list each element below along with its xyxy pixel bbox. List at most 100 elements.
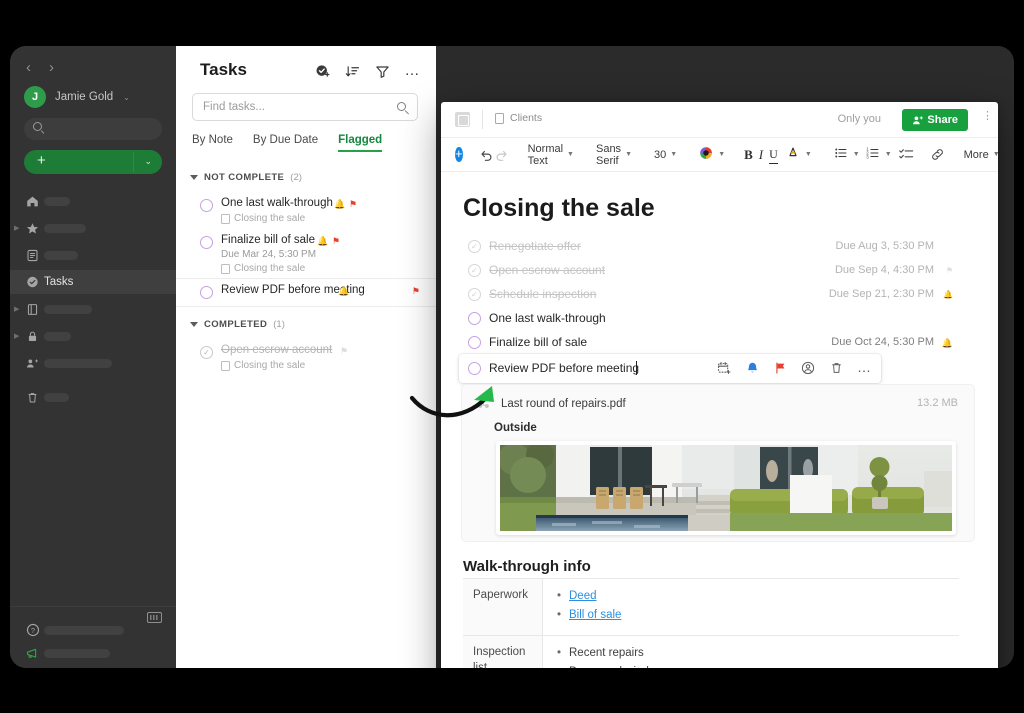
walk-through-table: Paperwork Deed Bill of sale Inspection l… — [463, 578, 959, 668]
list-item[interactable]: One last walk-through 🔔 ⚑ Closing the sa… — [176, 197, 436, 231]
sidebar-item-locked[interactable]: ▶ — [10, 324, 176, 348]
highlight-icon — [786, 146, 800, 163]
highlight-picker[interactable]: ▼ — [783, 146, 815, 163]
delete-icon[interactable] — [829, 360, 843, 375]
task-title[interactable]: Review PDF before meeting — [489, 361, 639, 375]
forward-icon[interactable]: › — [49, 60, 54, 75]
note-task-row[interactable]: One last walk-through — [441, 307, 998, 331]
tasks-panel: Tasks … By Note By Due Date Flagged — [176, 46, 436, 668]
paragraph-style-select[interactable]: Normal Text ▼ — [525, 143, 577, 167]
numbered-list-button[interactable]: 123 ▼ — [863, 146, 895, 163]
sort-icon[interactable] — [344, 63, 360, 79]
search-icon — [397, 102, 406, 111]
sidebar-item-trash[interactable] — [10, 385, 176, 409]
list-item[interactable]: Finalize bill of sale 🔔 ⚑ Due Mar 24, 5:… — [176, 234, 436, 280]
attachment-card[interactable]: Last round of repairs.pdf 13.2 MB Outsid… — [461, 384, 975, 542]
task-checkbox[interactable]: ✓ — [468, 288, 481, 301]
task-checkbox[interactable] — [200, 199, 213, 212]
section-header-not-complete[interactable]: NOT COMPLETE (2) — [190, 172, 302, 183]
expand-triangle-icon[interactable]: ▶ — [14, 332, 19, 340]
collapse-panel-icon[interactable] — [455, 112, 470, 127]
link-icon[interactable] — [930, 146, 945, 164]
search-tasks-field[interactable] — [192, 93, 418, 121]
share-button[interactable]: Share — [902, 109, 968, 131]
more-icon[interactable]: … — [857, 360, 871, 375]
deed-link[interactable]: Deed — [569, 590, 597, 602]
sidebar-item-shared[interactable] — [10, 351, 176, 375]
tab-by-note[interactable]: By Note — [192, 134, 233, 152]
sidebar-search[interactable] — [24, 118, 162, 140]
task-checkbox[interactable]: ✓ — [468, 264, 481, 277]
tasks-toolbar: … — [314, 63, 420, 79]
task-note-ref[interactable]: Closing the sale — [221, 360, 305, 371]
more-label: More — [964, 149, 989, 161]
note-title[interactable]: Closing the sale — [463, 194, 655, 223]
breadcrumb[interactable]: Clients — [495, 112, 542, 124]
note-task-row[interactable]: Finalize bill of sale Due Oct 24, 5:30 P… — [441, 331, 998, 355]
keyboard-icon[interactable] — [147, 612, 162, 623]
italic-button[interactable]: I — [759, 146, 763, 164]
checklist-icon[interactable] — [899, 146, 914, 164]
task-note-ref[interactable]: Closing the sale — [221, 263, 305, 274]
pdf-icon — [476, 396, 491, 411]
task-checkbox[interactable] — [200, 236, 213, 249]
account-switcher[interactable]: J Jamie Gold ⌄ — [24, 86, 130, 108]
bold-button[interactable]: B — [744, 146, 753, 164]
list-item[interactable]: ✓ Open escrow account ⚑ Closing the sale — [176, 344, 436, 378]
plus-circle-icon[interactable]: + — [455, 147, 463, 162]
new-note-button[interactable]: + ⌄ — [24, 150, 162, 174]
active-task-row[interactable]: Review PDF before meeting — [459, 354, 881, 383]
reminder-icon[interactable] — [745, 360, 759, 375]
underline-button[interactable]: U — [769, 146, 778, 164]
sidebar-item-notes[interactable] — [10, 243, 176, 267]
chevron-down-icon: ⌄ — [123, 93, 130, 102]
attachment-image-frame[interactable] — [496, 441, 956, 535]
sidebar-item-whats-new[interactable] — [10, 642, 176, 664]
svg-text:?: ? — [31, 626, 35, 635]
task-checkbox[interactable]: ✓ — [200, 346, 213, 359]
expand-triangle-icon[interactable]: ▶ — [14, 305, 19, 313]
note-task-row[interactable]: ✓ Renegotiate offer Due Aug 3, 5:30 PM — [441, 235, 998, 259]
due-date-icon[interactable] — [717, 360, 731, 375]
bullet-list-button[interactable]: ▼ — [831, 146, 863, 163]
font-family-select[interactable]: Sans Serif ▼ — [593, 143, 635, 167]
task-checkbox[interactable] — [468, 336, 481, 349]
tab-flagged[interactable]: Flagged — [338, 134, 382, 152]
redo-icon[interactable] — [494, 146, 509, 164]
task-checkbox[interactable]: ✓ — [468, 240, 481, 253]
back-icon[interactable]: ‹ — [26, 60, 31, 75]
tab-by-due-date[interactable]: By Due Date — [253, 134, 318, 152]
task-checkbox[interactable] — [200, 286, 213, 299]
sidebar-item-label — [44, 224, 86, 233]
table-cell-content: Recent repairs Doors and windows — [543, 636, 959, 668]
task-note-ref[interactable]: Closing the sale — [221, 213, 305, 224]
megaphone-icon — [26, 646, 40, 660]
more-vertical-icon[interactable]: ⋮ — [982, 113, 986, 119]
note-task-row[interactable]: ✓ Schedule inspection Due Sep 21, 2:30 P… — [441, 283, 998, 307]
undo-icon[interactable] — [479, 146, 494, 164]
section-header-completed[interactable]: COMPLETED (1) — [190, 319, 285, 330]
account-name: Jamie Gold — [55, 91, 113, 103]
sidebar-item-tasks[interactable]: Tasks — [10, 270, 176, 294]
search-input[interactable] — [203, 94, 393, 120]
add-task-icon[interactable] — [314, 63, 330, 79]
sidebar-item-home[interactable] — [10, 189, 176, 213]
task-checkbox[interactable] — [468, 362, 481, 375]
note-task-row[interactable]: ✓ Open escrow account Due Sep 4, 4:30 PM… — [441, 259, 998, 283]
more-options-button[interactable]: More ▼ — [961, 149, 998, 161]
text-color-picker[interactable]: ▼ — [696, 146, 728, 163]
sidebar-item-notebooks[interactable]: ▶ — [10, 297, 176, 321]
more-icon[interactable]: … — [404, 63, 420, 79]
flag-icon[interactable] — [773, 360, 787, 375]
bill-of-sale-link[interactable]: Bill of sale — [569, 609, 621, 621]
list-item[interactable]: Review PDF before meeting 🔔 ⚑ — [176, 279, 436, 306]
expand-triangle-icon[interactable]: ▶ — [14, 224, 19, 232]
assign-icon[interactable] — [801, 360, 815, 375]
task-checkbox[interactable] — [468, 312, 481, 325]
filter-icon[interactable] — [374, 63, 390, 79]
people-icon — [26, 357, 39, 370]
house-exterior-photo — [500, 445, 952, 531]
sidebar-item-shortcuts[interactable]: ▶ — [10, 216, 176, 240]
notebook-icon — [26, 303, 39, 316]
font-size-select[interactable]: 30 ▼ — [651, 149, 680, 161]
